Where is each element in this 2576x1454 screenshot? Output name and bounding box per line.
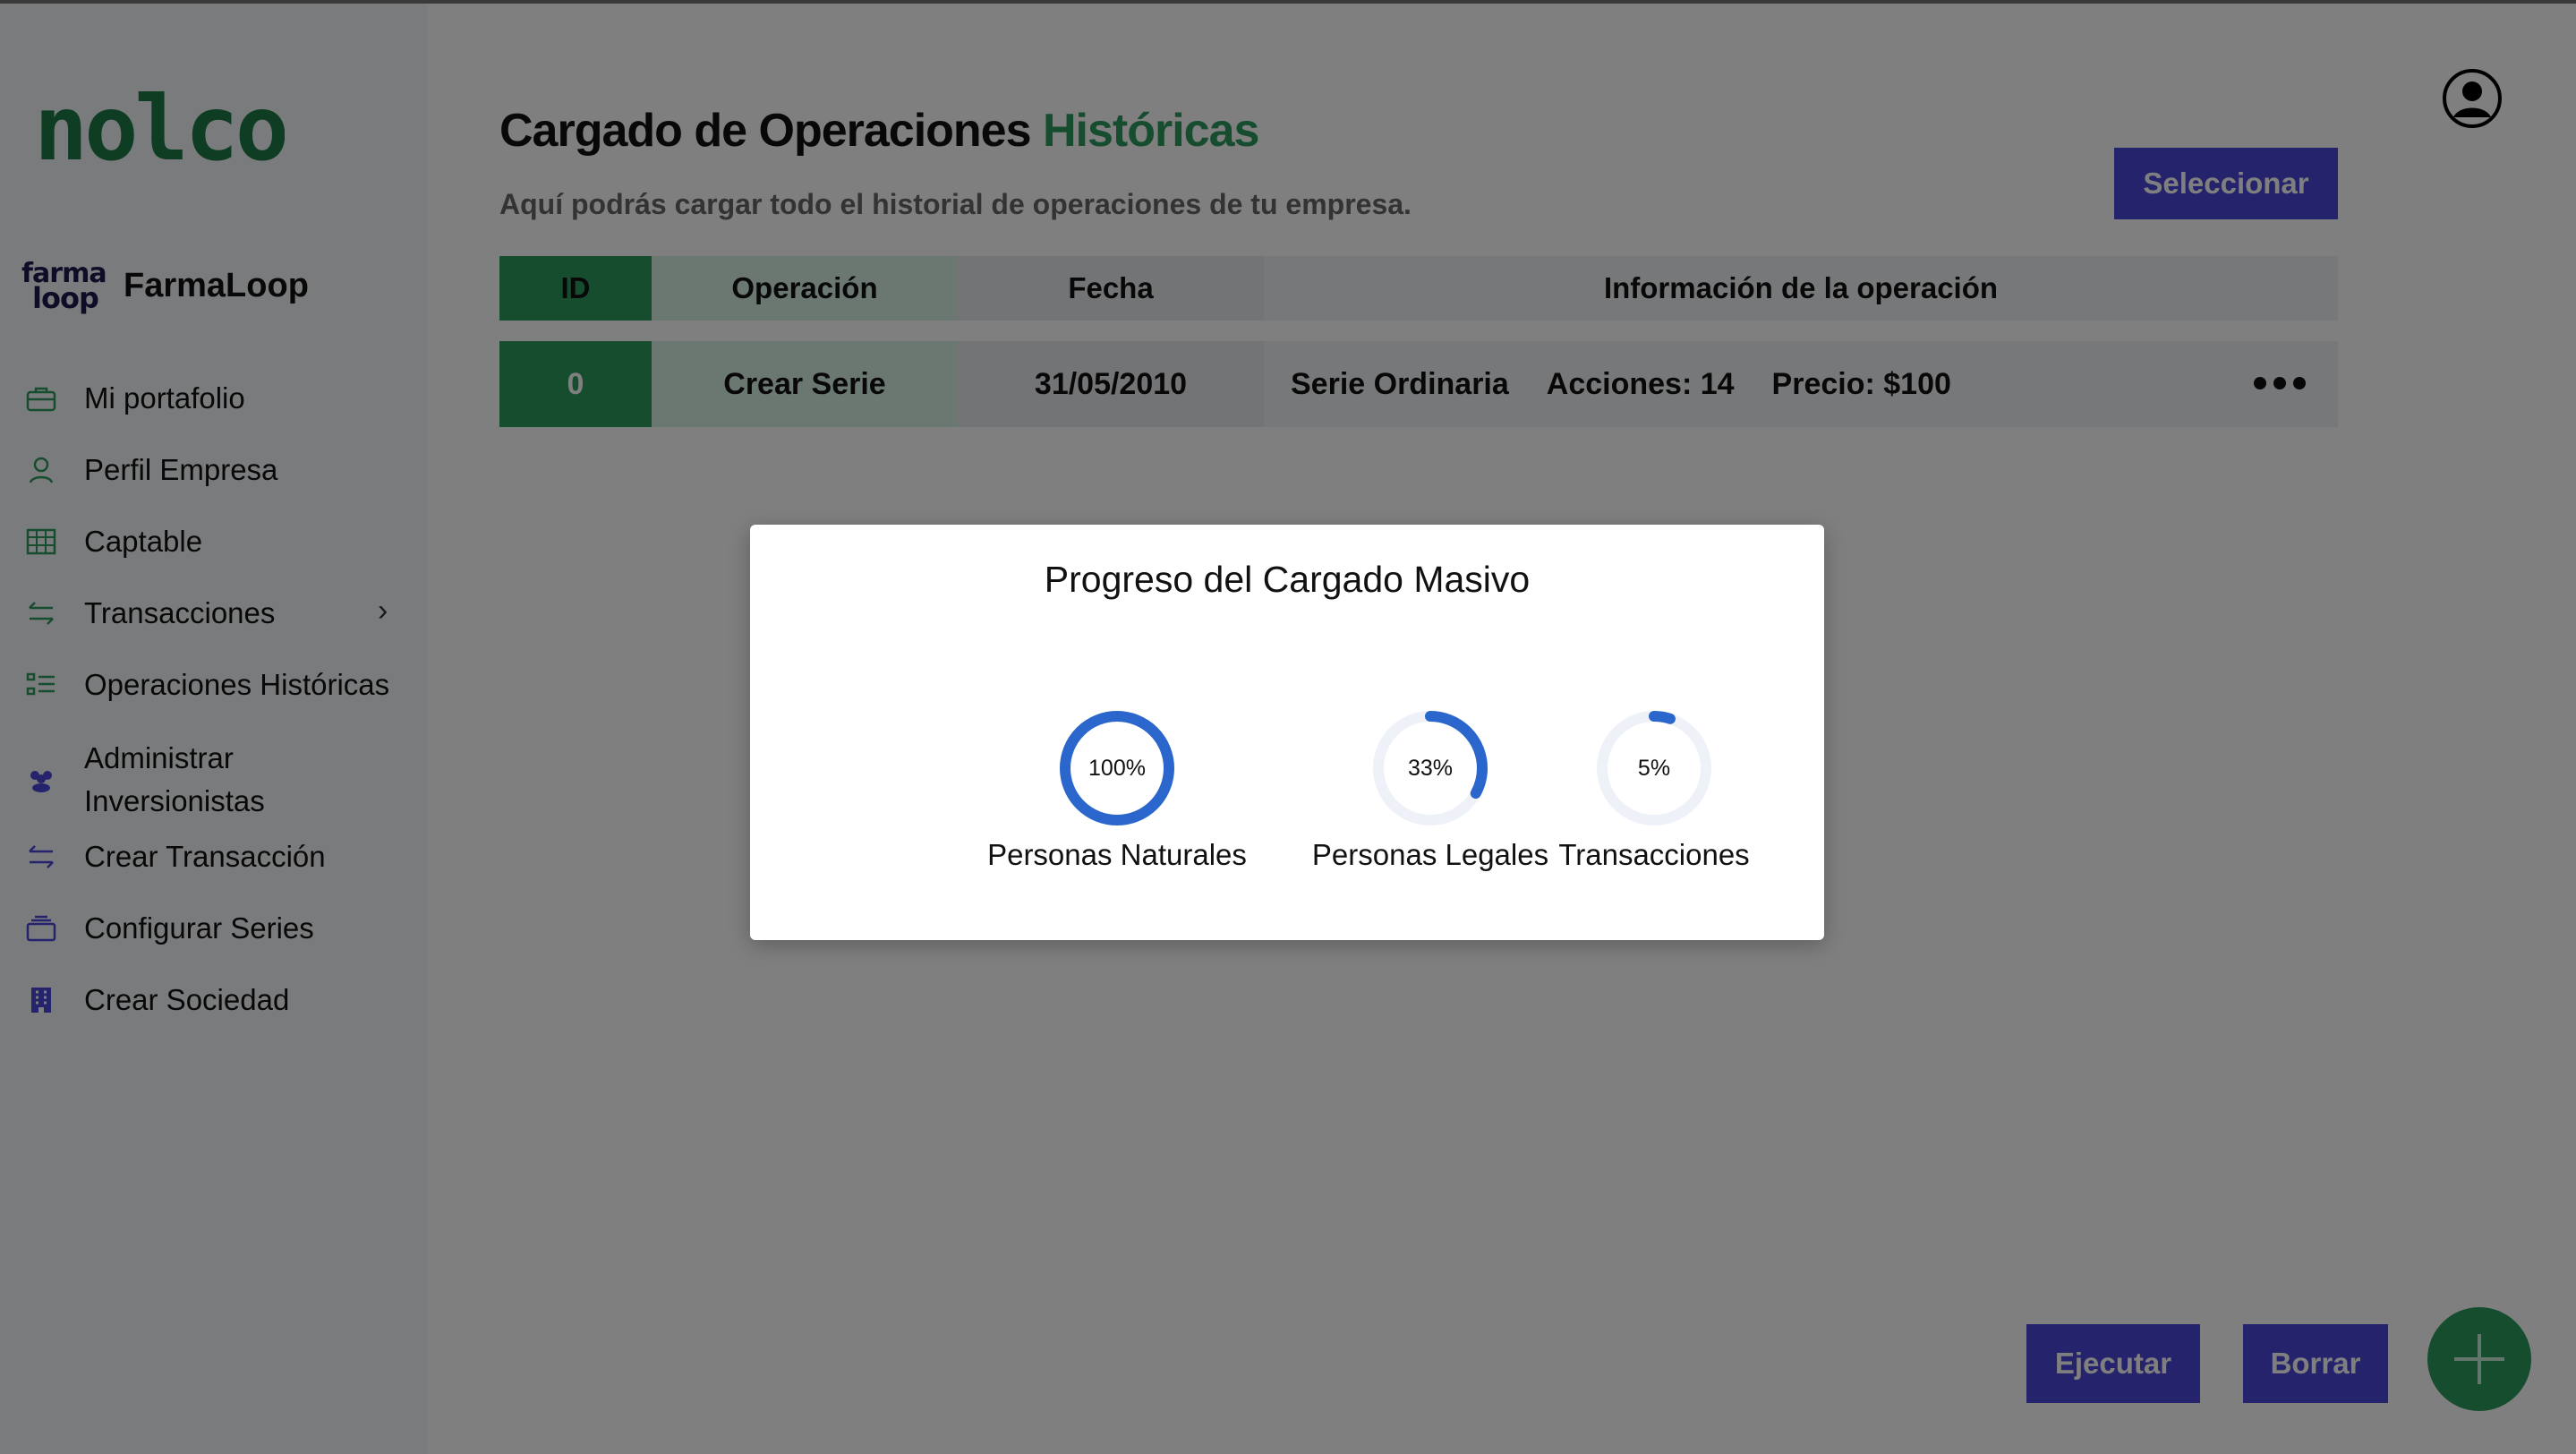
progress-percent: 33% (1407, 755, 1454, 781)
progress-label: Personas Legales (1311, 838, 1549, 871)
window-top-border (0, 0, 2576, 4)
progress-personas-legales: 33% Personas Legales (1287, 709, 1574, 872)
progress-percent: 100% (1088, 755, 1146, 781)
progress-personas-naturales: 100% Personas Naturales (974, 709, 1260, 872)
progress-ring: 5% (1595, 709, 1713, 827)
progress-ring: 33% (1371, 709, 1489, 827)
progress-label: Personas Naturales (987, 838, 1247, 871)
progress-percent: 5% (1637, 755, 1671, 781)
progress-label: Transacciones (1558, 838, 1750, 871)
progress-transacciones: 5% Transacciones (1542, 709, 1766, 872)
modal-title: Progreso del Cargado Masivo (1044, 559, 1531, 600)
progress-ring: 100% (1058, 709, 1176, 827)
progress-modal: Progreso del Cargado Masivo 100% Persona… (750, 525, 1824, 940)
